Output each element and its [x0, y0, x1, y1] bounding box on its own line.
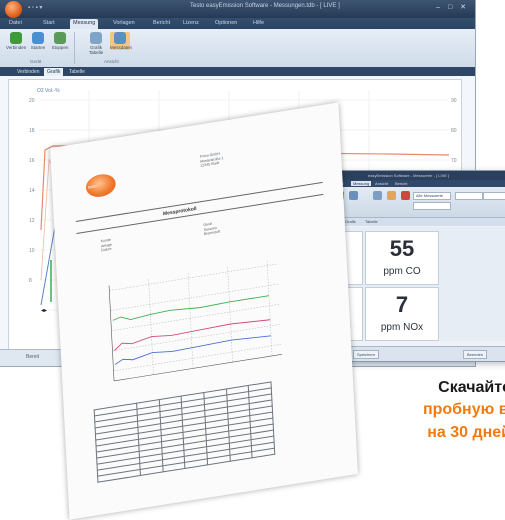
tab-report[interactable]: Bericht	[150, 19, 173, 27]
doc-tab-table[interactable]: Tabelle	[66, 68, 88, 76]
stop-icon[interactable]	[349, 191, 358, 200]
measurement-filter-field-2[interactable]	[413, 202, 451, 210]
chart-table-icon	[90, 32, 102, 44]
tab-templates[interactable]: Vorlagen	[110, 19, 138, 27]
report-table	[94, 381, 276, 483]
y2-tick: 80	[451, 128, 457, 134]
main-titlebar: ▪ ▫ ▪ ▾ Testo easyEmission Software - Me…	[0, 0, 475, 18]
doc-tab-connect[interactable]: Verbinden	[14, 68, 43, 76]
subtab-graphic[interactable]: Grafik	[345, 219, 356, 224]
tab-help[interactable]: Hilfe	[250, 19, 267, 27]
connect-icon	[10, 32, 22, 44]
main-ribbon-tabs: Datei Start Messung Vorlagen Bericht Liz…	[0, 18, 475, 29]
tab-measurement[interactable]: Messung	[351, 181, 372, 186]
y-tick: 20	[29, 98, 35, 104]
table-icon[interactable]	[373, 191, 382, 200]
exit-button[interactable]: Beenden	[463, 350, 488, 359]
y2-tick: 70	[451, 158, 457, 164]
tab-file[interactable]: Datei	[6, 19, 25, 27]
main-window-title: Testo easyEmission Software - Messungen.…	[190, 3, 340, 9]
document-tabs: Verbinden Grafik Tabelle	[0, 67, 475, 76]
doc-tab-graphic[interactable]: Grafik	[44, 68, 64, 76]
promo-line-download: Скачайте	[438, 379, 505, 396]
status-text: Bereit	[26, 354, 40, 360]
stop-label: Stoppen	[51, 45, 69, 50]
play-icon	[32, 32, 44, 44]
tab-start[interactable]: Start	[40, 19, 58, 27]
tab-measurement[interactable]: Messung	[70, 19, 99, 29]
main-ribbon: Verbinden Starten Stoppen Grafik Tabelle…	[0, 29, 475, 68]
measurement-data-button[interactable]: Messdaten	[110, 32, 133, 50]
graphic-table-label: Grafik Tabelle	[88, 45, 104, 55]
chart-icon[interactable]	[387, 191, 396, 200]
reading-tile-co: 55 ppm CO	[365, 231, 439, 285]
connect-label: Verbinden	[6, 45, 27, 50]
ribbon-group-view: Ansicht	[104, 59, 119, 64]
window-controls[interactable]: ‒ □ ✕	[436, 3, 469, 11]
save-button[interactable]: Speichern	[353, 350, 380, 359]
measurement-data-label: Messdaten	[110, 45, 133, 50]
y-tick: 10	[29, 248, 35, 254]
readings-window-title: easyEmission Software - Messwerte - [ LI…	[368, 173, 450, 178]
report-line: Brennstoff	[203, 229, 220, 237]
stop-button[interactable]: Stoppen	[50, 32, 70, 50]
report-chart	[108, 260, 282, 382]
tab-options[interactable]: Optionen	[212, 19, 240, 27]
tab-report[interactable]: Bericht	[395, 181, 407, 186]
reading-unit: ppm NOx	[380, 322, 424, 333]
subtab-table[interactable]: Tabelle	[365, 219, 378, 224]
option-field-2[interactable]	[483, 192, 505, 200]
y2-tick: 90	[451, 98, 457, 104]
quick-access-toolbar[interactable]: ▪ ▫ ▪ ▾	[28, 4, 42, 11]
alert-icon[interactable]	[401, 191, 410, 200]
start-label: Starten	[30, 45, 46, 50]
option-field[interactable]	[455, 192, 483, 200]
report-sheet: testo Firma GmbH Musterstraße 1 12345 St…	[50, 102, 358, 520]
reading-value: 55	[389, 236, 415, 261]
graphic-table-button[interactable]: Grafik Tabelle	[86, 32, 106, 55]
chart-series-label: O2 Vol.-%	[37, 88, 60, 94]
connect-button[interactable]: Verbinden	[6, 32, 26, 50]
y-tick: 18	[29, 128, 35, 134]
report-line: Datum	[101, 246, 112, 253]
tab-license[interactable]: Lizenz	[180, 19, 202, 27]
promo-line-30-days: на 30 дней	[427, 424, 505, 441]
y-tick: 12	[29, 218, 35, 224]
tab-view[interactable]: Ansicht	[375, 181, 388, 186]
y-tick: 14	[29, 188, 35, 194]
ribbon-separator	[74, 32, 75, 64]
application-menu-button[interactable]	[5, 1, 22, 18]
stop-icon	[54, 32, 66, 44]
report-company-block: Firma GmbH Musterstraße 1 12345 Stadt	[200, 151, 224, 168]
report-series-o2	[114, 319, 271, 351]
start-button[interactable]: Starten	[28, 32, 48, 50]
y-tick: 16	[29, 158, 35, 164]
report-device-block: Gerät Seriennr. Brennstoff	[203, 221, 219, 237]
measurement-filter-field[interactable]: Alle Messwerte	[413, 192, 451, 200]
ribbon-group-device: Gerät	[30, 59, 42, 64]
data-icon	[114, 32, 126, 44]
reading-value: 7	[395, 292, 409, 317]
printed-report: testo Firma GmbH Musterstraße 1 12345 St…	[50, 102, 358, 520]
reading-tile-nox: 7 ppm NOx	[365, 287, 439, 341]
reading-unit: ppm CO	[383, 266, 421, 277]
promo-line-trial: пробную вер	[422, 401, 505, 418]
report-customer-block: Kunde Anlage Datum	[101, 238, 112, 253]
y-tick: 8	[29, 278, 32, 284]
zoom-control-icon[interactable]: ◂▸	[41, 308, 47, 314]
